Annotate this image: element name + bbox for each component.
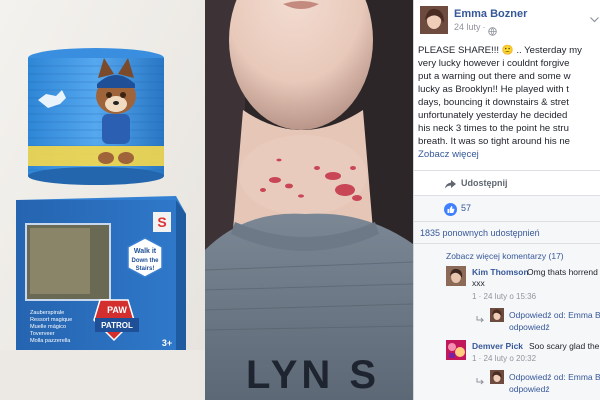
meta-separator: · [482, 22, 486, 32]
comment-text-line-2: xxx [472, 278, 485, 288]
post-line-5: days, bouncing it downstairs & stret [418, 97, 569, 108]
comment-meta: 1 · 24 luty o 20:32 [472, 354, 537, 363]
post-line-1: PLEASE SHARE!!! 🙁 .. Yesterday my [418, 45, 582, 56]
reply-avatar[interactable] [490, 370, 504, 384]
comment-meta: 1 · 24 luty o 15:36 [472, 292, 537, 301]
post-action-bar: Udostępnij [414, 170, 600, 196]
age-label: 3+ [162, 338, 172, 348]
neck-injury-image: LYN S [205, 0, 413, 400]
lang-line-2: Ressort magique [30, 317, 72, 323]
globe-icon [487, 23, 497, 36]
comment-text: Soo scary glad the [529, 341, 600, 351]
see-more-link[interactable]: Zobacz więcej [418, 148, 593, 161]
reply-link-line-2[interactable]: odpowiedź [509, 384, 550, 394]
author-name[interactable]: Emma Bozner [454, 8, 527, 20]
share-arrow-icon [444, 177, 456, 189]
post-line-8: breath. It was so tight around his ne [418, 136, 570, 147]
reply-arrow-icon [476, 311, 486, 323]
brand-logo-letter: S [157, 214, 166, 230]
comment-avatar[interactable] [446, 266, 466, 286]
post-meta: 24 luty · [454, 22, 497, 36]
post-date[interactable]: 24 luty [454, 22, 481, 32]
shares-text: 1835 ponownych udostępnień [420, 228, 540, 238]
post-line-3: put a warning out there and some w [418, 71, 571, 82]
facebook-post-panel: Emma Bozner 24 luty · PLEASE SHARE!!! 🙁 … [413, 0, 600, 400]
comment-text: Omg thats horrend [527, 267, 598, 277]
paw-logo-paw: PAW [107, 305, 127, 315]
badge-line-3: Stairs! [136, 266, 155, 272]
commenter-avatar-image [446, 340, 466, 360]
reply-avatar-image [490, 370, 504, 384]
reply-avatar[interactable] [490, 308, 504, 322]
commenter-avatar-image [446, 266, 466, 286]
comments-section: Zobacz więcej komentarzy (17) Kim Thomso… [414, 244, 600, 400]
toy-packaging-photo: S Walk it Down the Stairs! Zauberspirale… [0, 0, 205, 400]
paw-logo-patrol: PATROL [101, 321, 133, 330]
comment-avatar[interactable] [446, 340, 466, 360]
share-label: Udostępnij [461, 177, 508, 188]
shares-count[interactable]: 1835 ponownych udostępnień [414, 222, 600, 244]
post-body: PLEASE SHARE!!! 🙁 .. Yesterday my very l… [414, 44, 599, 161]
reply-link[interactable]: Odpowiedź od: Emma B [509, 372, 600, 382]
badge-line-1: Walk it [134, 248, 157, 255]
author-avatar[interactable] [420, 6, 448, 34]
post-line-7: his neck 3 times to the point he stru [418, 123, 569, 134]
toy-packaging-image: S Walk it Down the Stairs! Zauberspirale… [0, 0, 205, 400]
chevron-down-icon[interactable] [590, 10, 599, 23]
reply-link-line-2[interactable]: odpowiedź [509, 322, 550, 332]
neck-injury-photo: LYN S [205, 0, 413, 400]
reaction-count: 57 [461, 203, 472, 213]
lang-line-3: Muelle mágico [30, 324, 66, 330]
comment-author[interactable]: Kim Thomson [472, 267, 529, 277]
post-line-4: lucky as Brooklyn!! He played with t [418, 84, 569, 95]
lang-line-1: Zauberspirale [30, 310, 64, 316]
lang-line-4: Toverveer [30, 331, 55, 337]
post-line-6: unfortunately yesterday he decided [418, 110, 568, 121]
shirt-print: LYN S [246, 353, 380, 397]
share-button[interactable]: Udostępnij [444, 177, 508, 189]
reply-link[interactable]: Odpowiedź od: Emma B [509, 310, 600, 320]
like-thumb-icon [444, 203, 457, 216]
reactions-summary[interactable]: 57 [414, 196, 600, 222]
lang-line-5: Molla pazzerella [30, 338, 71, 344]
more-comments-link[interactable]: Zobacz więcej komentarzy (17) [446, 251, 564, 261]
author-avatar-image [420, 6, 448, 34]
post-line-2: very lucky however i couldnt forgive [418, 58, 570, 69]
comment-author[interactable]: Demver Pick [472, 341, 523, 351]
reply-arrow-icon [476, 373, 486, 385]
reply-avatar-image [490, 308, 504, 322]
badge-line-2: Down the [132, 258, 160, 264]
